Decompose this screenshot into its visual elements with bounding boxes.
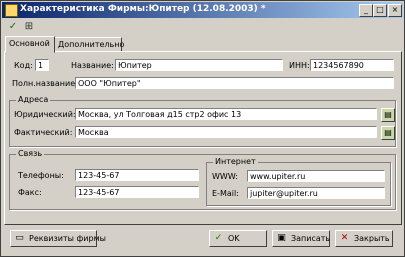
save-button[interactable]: ▣ Записать bbox=[272, 230, 330, 247]
phone-field[interactable]: 123-45-67 bbox=[75, 169, 199, 181]
inn-label: ИНН: bbox=[289, 61, 310, 70]
email-field[interactable]: jupiter@upiter.ru bbox=[247, 187, 385, 199]
contacts-group-title: Связь bbox=[16, 149, 45, 158]
tree-icon[interactable]: ⊞ bbox=[23, 21, 35, 33]
address-group: Адреса Юридический: Москва, ул Толговая … bbox=[9, 95, 396, 147]
cross-icon: ✕ bbox=[340, 233, 349, 243]
address-book-icon: ▤ bbox=[384, 110, 392, 119]
close-dialog-button[interactable]: ✕ Закрыть bbox=[335, 230, 393, 247]
minimize-icon: _ bbox=[364, 5, 368, 14]
fullname-label: Полн.название: bbox=[12, 79, 78, 88]
tab-panel-main: Код: 1 Название: Юпитер ИНН: 1234567890 … bbox=[4, 51, 402, 225]
printer-icon: ▭ bbox=[15, 233, 24, 243]
www-field[interactable]: www.upiter.ru bbox=[247, 170, 385, 182]
minimize-button[interactable]: _ bbox=[359, 4, 373, 17]
actual-address-label: Фактический: bbox=[14, 128, 73, 137]
maximize-icon: □ bbox=[376, 5, 384, 14]
internet-group: Интернет WWW: www.upiter.ru E-Mail: jupi… bbox=[206, 157, 391, 206]
actual-address-edit-button[interactable]: ▤ bbox=[381, 126, 395, 140]
legal-address-field[interactable]: Москва, ул Толговая д15 стр2 офис 13 bbox=[75, 108, 377, 120]
checkmark-icon[interactable]: ✓ bbox=[7, 21, 19, 33]
legal-address-edit-button[interactable]: ▤ bbox=[381, 108, 395, 122]
address-book-icon: ▤ bbox=[384, 128, 392, 137]
tab-main[interactable]: Основной bbox=[5, 36, 55, 53]
email-label: E-Mail: bbox=[212, 189, 239, 198]
app-icon bbox=[5, 4, 18, 17]
name-label: Название: bbox=[71, 61, 114, 70]
floppy-disk-icon: ▣ bbox=[277, 233, 286, 243]
code-field[interactable]: 1 bbox=[35, 59, 49, 71]
www-label: WWW: bbox=[212, 172, 238, 181]
actual-address-field[interactable]: Москва bbox=[75, 126, 377, 138]
close-icon: × bbox=[391, 5, 399, 14]
code-label: Код: bbox=[14, 61, 33, 70]
name-field[interactable]: Юпитер bbox=[115, 59, 283, 71]
tab-additional[interactable]: Дополнительно bbox=[54, 37, 124, 52]
contacts-group: Связь Телефоны: 123-45-67 Факс: 123-45-6… bbox=[9, 149, 396, 210]
ok-button[interactable]: ✓ OK bbox=[209, 230, 267, 247]
inn-field[interactable]: 1234567890 bbox=[310, 59, 394, 71]
print-details-button[interactable]: ▭ Реквизиты фирмы bbox=[10, 230, 106, 247]
internet-group-title: Интернет bbox=[213, 157, 258, 166]
title-bar[interactable]: Характеристика Фирмы:Юпитер (12.08.2003)… bbox=[2, 2, 403, 18]
maximize-button[interactable]: □ bbox=[373, 4, 387, 17]
window-title: Характеристика Фирмы:Юпитер (12.08.2003)… bbox=[20, 4, 266, 14]
address-group-title: Адреса bbox=[16, 95, 51, 104]
legal-address-label: Юридический: bbox=[14, 110, 76, 119]
fax-field[interactable]: 123-45-67 bbox=[75, 186, 199, 198]
phone-label: Телефоны: bbox=[18, 171, 64, 180]
fullname-field[interactable]: ООО "Юпитер" bbox=[75, 77, 394, 89]
fax-label: Факс: bbox=[18, 188, 42, 197]
app-window: Характеристика Фирмы:Юпитер (12.08.2003)… bbox=[0, 0, 405, 257]
close-button[interactable]: × bbox=[388, 4, 402, 17]
checkmark-icon: ✓ bbox=[214, 233, 223, 243]
